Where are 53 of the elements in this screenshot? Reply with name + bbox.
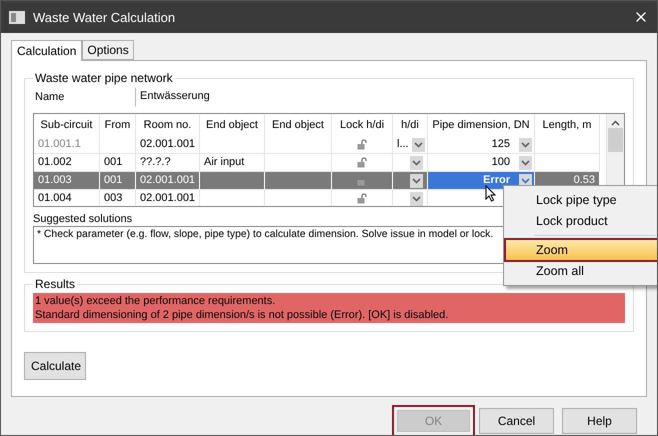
column-header[interactable]: Sub-circuit: [34, 114, 100, 136]
calculate-button[interactable]: Calculate: [24, 352, 86, 380]
suggested-label: Suggested solutions: [33, 213, 132, 225]
group-legend: Waste water pipe network: [33, 71, 175, 85]
window-title: Waste Water Calculation: [33, 10, 176, 24]
tab[interactable]: Options: [82, 40, 134, 60]
padlock-icon: [357, 157, 367, 168]
name-label: Name: [34, 91, 66, 103]
column-header[interactable]: Length, m: [535, 114, 600, 136]
column-header[interactable]: h/di: [393, 114, 428, 136]
table-cell: 01.004: [34, 190, 100, 206]
table-cell: [100, 136, 136, 154]
tab[interactable]: Calculation: [11, 40, 82, 61]
dropdown-icon[interactable]: [410, 156, 423, 170]
dropdown-icon[interactable]: [410, 192, 423, 206]
table-cell: [200, 136, 265, 154]
hdi-cell[interactable]: l...: [393, 136, 428, 154]
app-icon: [9, 10, 25, 24]
dimension-cell[interactable]: Error: [428, 172, 535, 190]
dropdown-icon[interactable]: [519, 138, 532, 152]
padlock-icon: [357, 193, 367, 204]
padlock-icon: [357, 139, 367, 150]
menu-item[interactable]: Zoom all: [506, 261, 657, 281]
column-header[interactable]: End object: [265, 114, 332, 136]
table-cell: 003: [100, 190, 136, 206]
table-cell: [265, 172, 332, 190]
dialog-button[interactable]: Cancel: [479, 408, 554, 434]
menu-item[interactable]: Lock pipe type: [506, 190, 657, 210]
table-cell: [265, 136, 332, 154]
dialog-button[interactable]: Help: [562, 408, 637, 434]
dropdown-icon[interactable]: [412, 138, 425, 152]
column-header[interactable]: Pipe dimension, DN: [428, 114, 535, 136]
table-cell: [535, 136, 600, 154]
menu-item[interactable]: Zoom: [506, 240, 657, 260]
table-cell: [200, 172, 265, 190]
dimension-cell[interactable]: 125: [428, 136, 535, 154]
column-header[interactable]: End object: [200, 114, 265, 136]
cursor-icon: [485, 185, 497, 202]
table-cell: 01.003: [34, 172, 100, 190]
group-legend: Results: [33, 277, 78, 291]
table-cell: 001: [100, 172, 136, 190]
table-cell: 02.001.001: [136, 190, 200, 206]
table-cell: 02.001.001: [136, 136, 200, 154]
dropdown-icon[interactable]: [519, 156, 532, 170]
column-header[interactable]: Room no.: [136, 114, 200, 136]
column-header[interactable]: Lock h/di: [332, 114, 393, 136]
table-cell: 02.001.001: [136, 172, 200, 190]
column-header[interactable]: From: [100, 114, 136, 136]
results-message: 1 value(s) exceed the performance requirements. Standard dimensioning of 2 pipe dimension/s is not possible (Error). [OK] is disabled.: [33, 293, 625, 323]
dropdown-icon[interactable]: [410, 174, 423, 188]
table-cell: 01.001.1: [34, 136, 100, 154]
scroll-up-icon[interactable]: [611, 120, 620, 126]
lock-cell[interactable]: [332, 136, 393, 154]
